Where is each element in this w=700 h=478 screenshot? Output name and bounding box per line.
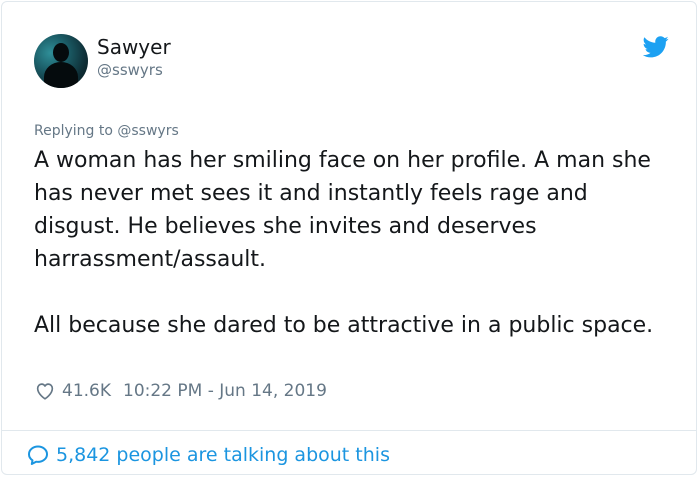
avatar[interactable]: [34, 34, 88, 88]
user-handle[interactable]: @sswyrs: [97, 60, 163, 80]
divider: [2, 430, 696, 431]
talking-about-link[interactable]: 5,842 people are talking about this: [26, 442, 390, 468]
like-count[interactable]: 41.6K: [62, 379, 111, 403]
talking-about-label: 5,842 people are talking about this: [56, 444, 390, 466]
avatar-silhouette-body: [44, 62, 78, 88]
tweet-timestamp[interactable]: 10:22 PM - Jun 14, 2019: [123, 379, 327, 403]
heart-icon[interactable]: [34, 380, 56, 402]
replying-to-label[interactable]: Replying to @sswyrs: [34, 122, 179, 140]
speech-bubble-icon: [28, 445, 48, 465]
avatar-silhouette-head: [53, 43, 69, 62]
twitter-bird-icon[interactable]: [643, 36, 669, 58]
display-name[interactable]: Sawyer: [97, 35, 171, 59]
tweet-meta: 41.6K 10:22 PM - Jun 14, 2019: [34, 379, 327, 403]
tweet-card: Sawyer @sswyrs Replying to @sswyrs A wom…: [1, 1, 697, 475]
tweet-text: A woman has her smiling face on her prof…: [34, 148, 654, 338]
